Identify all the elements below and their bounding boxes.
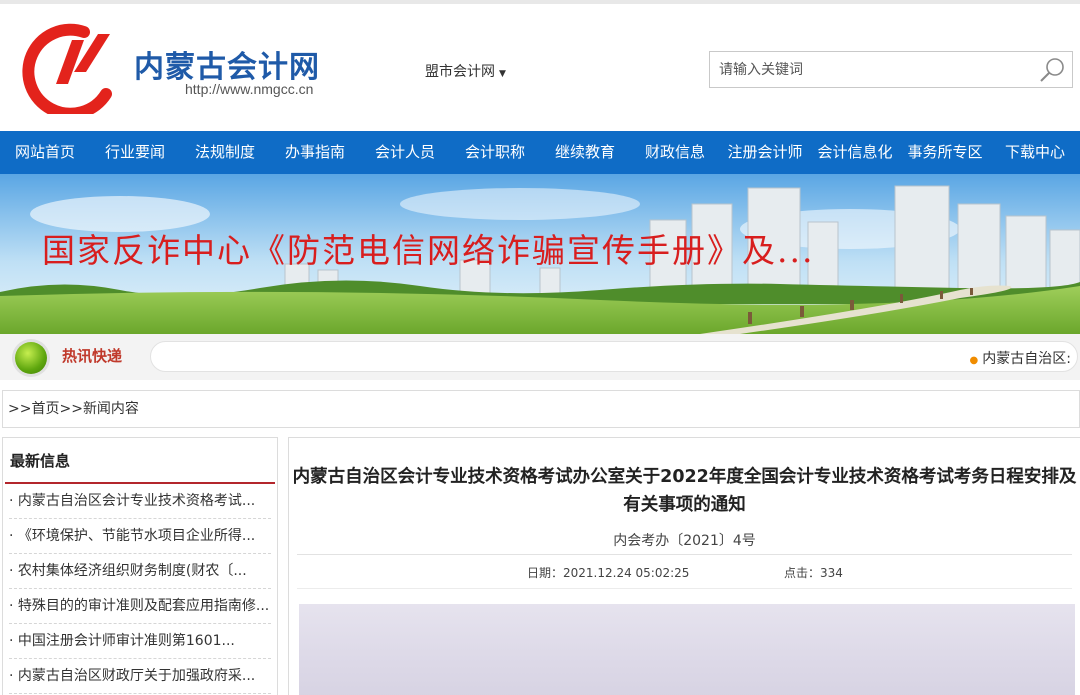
nav-finance-info[interactable]: 财政信息 [630,131,720,174]
breadcrumb: >>首页>>新闻内容 [2,390,1080,428]
site-title[interactable]: 内蒙古会计网 [134,42,320,86]
document-scan-image [299,604,1075,695]
nav-accountants[interactable]: 会计人员 [360,131,450,174]
article-clicks: 点击：334 [784,566,843,580]
city-site-dropdown[interactable]: 盟市会计网 ▼ [425,61,506,81]
search-input[interactable] [710,52,1030,87]
divider [297,588,1072,589]
nav-home[interactable]: 网站首页 [0,131,90,174]
nav-firms[interactable]: 事务所专区 [900,131,990,174]
sidebar-title: 最新信息 [5,438,275,484]
search-box [709,51,1073,88]
hot-news-label: 热讯快递 [62,347,123,365]
site-header: 内蒙古会计网 http://www.nmgcc.cn 盟市会计网 ▼ [0,4,1080,131]
banner-headline: 国家反诈中心《防范电信网络诈骗宣传手册》及... [42,231,815,270]
sidebar-list: · 内蒙古自治区会计专业技术资格考试... · 《环境保护、节能节水项目企业所得… [3,484,277,694]
nav-informatization[interactable]: 会计信息化 [810,131,900,174]
search-icon[interactable] [1038,56,1068,84]
article-panel: 内蒙古自治区会计专业技术资格考试办公室关于2022年度全国会计专业技术资格考试考… [288,437,1080,695]
sidebar-news-item[interactable]: · 内蒙古自治区会计专业技术资格考试... [9,484,271,519]
breadcrumb-home[interactable]: 首页 [31,401,59,417]
nav-downloads[interactable]: 下载中心 [990,131,1080,174]
article-date: 日期：2021.12.24 05:02:25 [527,566,690,580]
nav-education[interactable]: 继续教育 [540,131,630,174]
sidebar-news-item[interactable]: · 特殊目的的审计准则及配套应用指南修... [9,589,271,624]
green-dot-icon [15,342,47,374]
sidebar-news-item[interactable]: · 农村集体经济组织财务制度(财农〔... [9,554,271,589]
nav-titles[interactable]: 会计职称 [450,131,540,174]
nav-guide[interactable]: 办事指南 [270,131,360,174]
nav-industry-news[interactable]: 行业要闻 [90,131,180,174]
document-number: 内会考办〔2021〕4号 [613,533,756,549]
breadcrumb-prefix: >> [8,401,32,417]
news-ticker: ● 内蒙古自治区: [150,341,1078,372]
hot-news-bar: 热讯快递 ● 内蒙古自治区: [0,334,1080,380]
site-url: http://www.nmgcc.cn [185,81,314,97]
caret-down-icon: ▼ [499,69,506,79]
sidebar-news-item[interactable]: · 内蒙古自治区财政厅关于加强政府采... [9,659,271,694]
nav-regulations[interactable]: 法规制度 [180,131,270,174]
main-nav: 网站首页 行业要闻 法规制度 办事指南 会计人员 会计职称 继续教育 财政信息 … [0,131,1080,174]
site-logo-icon[interactable] [14,22,116,114]
article-meta: 日期：2021.12.24 05:02:25 点击：334 [297,554,1072,589]
city-site-label: 盟市会计网 [425,64,495,80]
bullet-icon: ● [969,355,979,366]
sidebar-news-item[interactable]: · 中国注册会计师审计准则第1601... [9,624,271,659]
ticker-item[interactable]: ● 内蒙古自治区: [970,348,1071,368]
latest-info-sidebar: 最新信息 · 内蒙古自治区会计专业技术资格考试... · 《环境保护、节能节水项… [2,437,278,695]
breadcrumb-separator: >> [59,401,83,417]
breadcrumb-current: 新闻内容 [82,401,139,417]
article-title: 内蒙古自治区会计专业技术资格考试办公室关于2022年度全国会计专业技术资格考试考… [292,467,1077,515]
banner[interactable]: 国家反诈中心《防范电信网络诈骗宣传手册》及... [0,174,1080,334]
sidebar-news-item[interactable]: · 《环境保护、节能节水项目企业所得... [9,519,271,554]
nav-cpa[interactable]: 注册会计师 [720,131,810,174]
ticker-text: 内蒙古自治区: [982,351,1071,367]
